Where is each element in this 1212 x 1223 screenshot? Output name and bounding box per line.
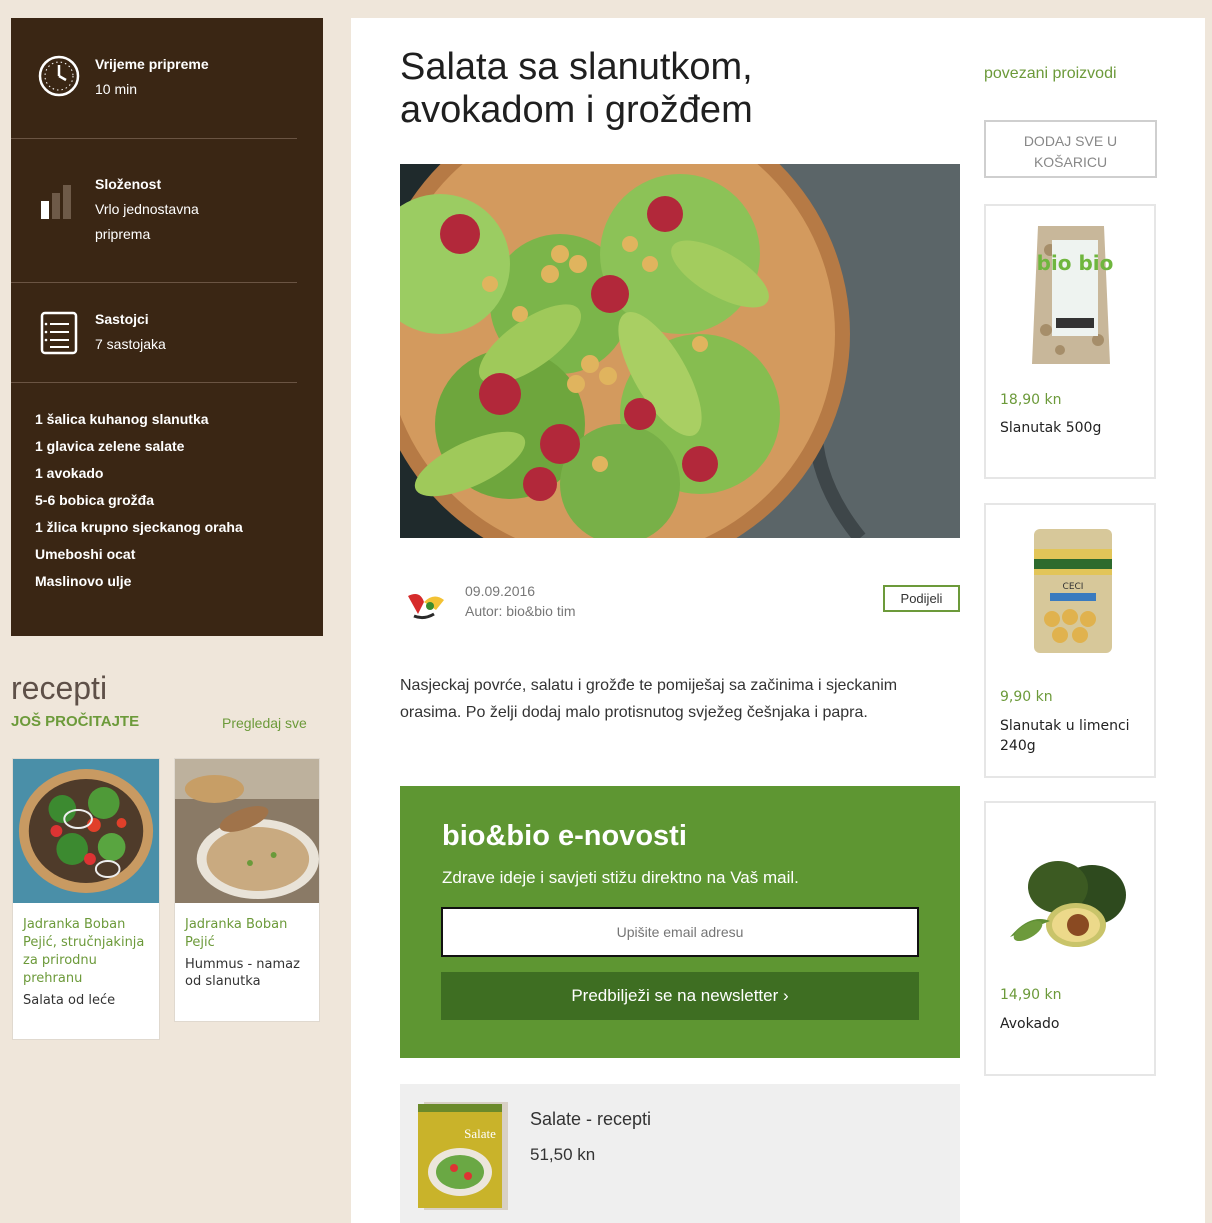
ingredient-item: Maslinovo ulje [35,573,132,589]
ingredients-count-block: Sastojci 7 sastojaka [11,283,297,383]
newsletter-title: bio&bio e-novosti [442,820,687,852]
difficulty-block: Složenost Vrlo jednostavna priprema [11,139,297,283]
lentil-salad-image [13,759,159,903]
ingredient-item: 1 avokado [35,465,104,481]
book-price: 51,50 kn [530,1145,596,1164]
ingredient-item: 1 šalica kuhanog slanutka [35,411,209,427]
chickpea-bag-image: bio bio [1032,226,1114,364]
chickpea-can-image: CECI [1034,529,1112,653]
email-input[interactable] [441,907,919,957]
author-avatar [405,582,445,622]
ingredients-label: Sastojci [95,311,149,327]
view-all-link[interactable]: Pregledaj sve [222,715,307,731]
ingredients-list: 1 šalica kuhanog slanutka 1 glavica zele… [35,406,243,595]
ingredient-item: 1 žlica krupno sjeckanog oraha [35,519,243,535]
prep-time-block: Vrijeme pripreme 10 min [11,18,297,139]
prep-time-label: Vrijeme pripreme [95,56,209,72]
recipe-info-panel: Vrijeme pripreme 10 min Složenost Vrlo j… [11,18,323,636]
difficulty-bars-icon [41,185,71,219]
product-name[interactable]: Avokado [1000,1014,1150,1034]
share-button[interactable]: Podijeli [883,585,960,612]
product-price: 14,90 kn [1000,987,1062,1003]
article-container: Salata sa slanutkom, avokadom i grožđem [351,18,1205,1223]
related-book[interactable]: Salate Salate - recepti 51,50 kn [400,1084,960,1223]
difficulty-value-2: priprema [95,226,151,242]
product-price: 18,90 kn [1000,392,1062,408]
hummus-image [175,759,319,903]
read-more-label: JOŠ PROČITAJTE [11,713,140,730]
product-price: 9,90 kn [1000,689,1053,705]
recipe-card[interactable]: Jadranka Boban Pejić Hummus - namaz od s… [174,758,320,1022]
book-cover-title: Salate [464,1126,496,1141]
ingredient-item: 1 glavica zelene salate [35,438,185,454]
ingredient-item: Umeboshi ocat [35,546,136,562]
product-card[interactable]: CECI 9,90 kn Slanutak u limenci 240g [984,503,1156,778]
article-title: Salata sa slanutkom, avokadom i grožđem [400,46,753,131]
avocado-image [1010,861,1126,947]
newsletter-box: bio&bio e-novosti Zdrave ideje i savjeti… [400,786,960,1058]
book-cover-image: Salate [418,1102,508,1210]
related-products-heading: povezani proizvodi [984,65,1117,82]
clock-icon [38,55,80,97]
bag-label: bio bio [1037,251,1114,275]
product-name[interactable]: Slanutak u limenci 240g [1000,716,1150,756]
recipe-author: Jadranka Boban Pejić [185,917,288,950]
recipe-name[interactable]: Salata od leće [13,988,159,1019]
ingredients-count: 7 sastojaka [95,336,166,352]
publish-date: 09.09.2016 [465,583,536,599]
recipe-author: Jadranka Boban Pejić, stručnjakinja za p… [23,917,145,986]
product-card[interactable]: 14,90 kn Avokado [984,801,1156,1076]
product-name[interactable]: Slanutak 500g [1000,418,1150,438]
ingredient-item: 5-6 bobica grožđa [35,492,155,508]
product-card[interactable]: bio bio 18,90 kn Slanutak 500g [984,204,1156,479]
book-title[interactable]: Salate - recepti [530,1109,651,1130]
recipe-card[interactable]: Jadranka Boban Pejić, stručnjakinja za p… [12,758,160,1040]
prep-time-value: 10 min [95,81,138,97]
recipe-name[interactable]: Hummus - namaz od slanutka [175,952,319,1000]
can-label: CECI [1063,582,1084,592]
recipe-description: Nasjeckaj povrće, salatu i grožđe te pom… [400,677,898,721]
newsletter-subtitle: Zdrave ideje i savjeti stižu direktno na… [442,868,799,887]
author-name: Autor: bio&bio tim [465,603,576,619]
subscribe-button[interactable]: Predbilježi se na newsletter › [441,972,919,1020]
salad-hero-image [400,164,960,538]
difficulty-value: Vrlo jednostavna [95,201,199,217]
difficulty-label: Složenost [95,176,162,192]
list-icon [40,311,78,355]
author-meta: 09.09.2016 Autor: bio&bio tim [465,581,576,621]
recepti-heading: recepti [11,670,108,706]
add-all-to-cart-button[interactable]: DODAJ SVE U KOŠARICU [984,120,1157,178]
